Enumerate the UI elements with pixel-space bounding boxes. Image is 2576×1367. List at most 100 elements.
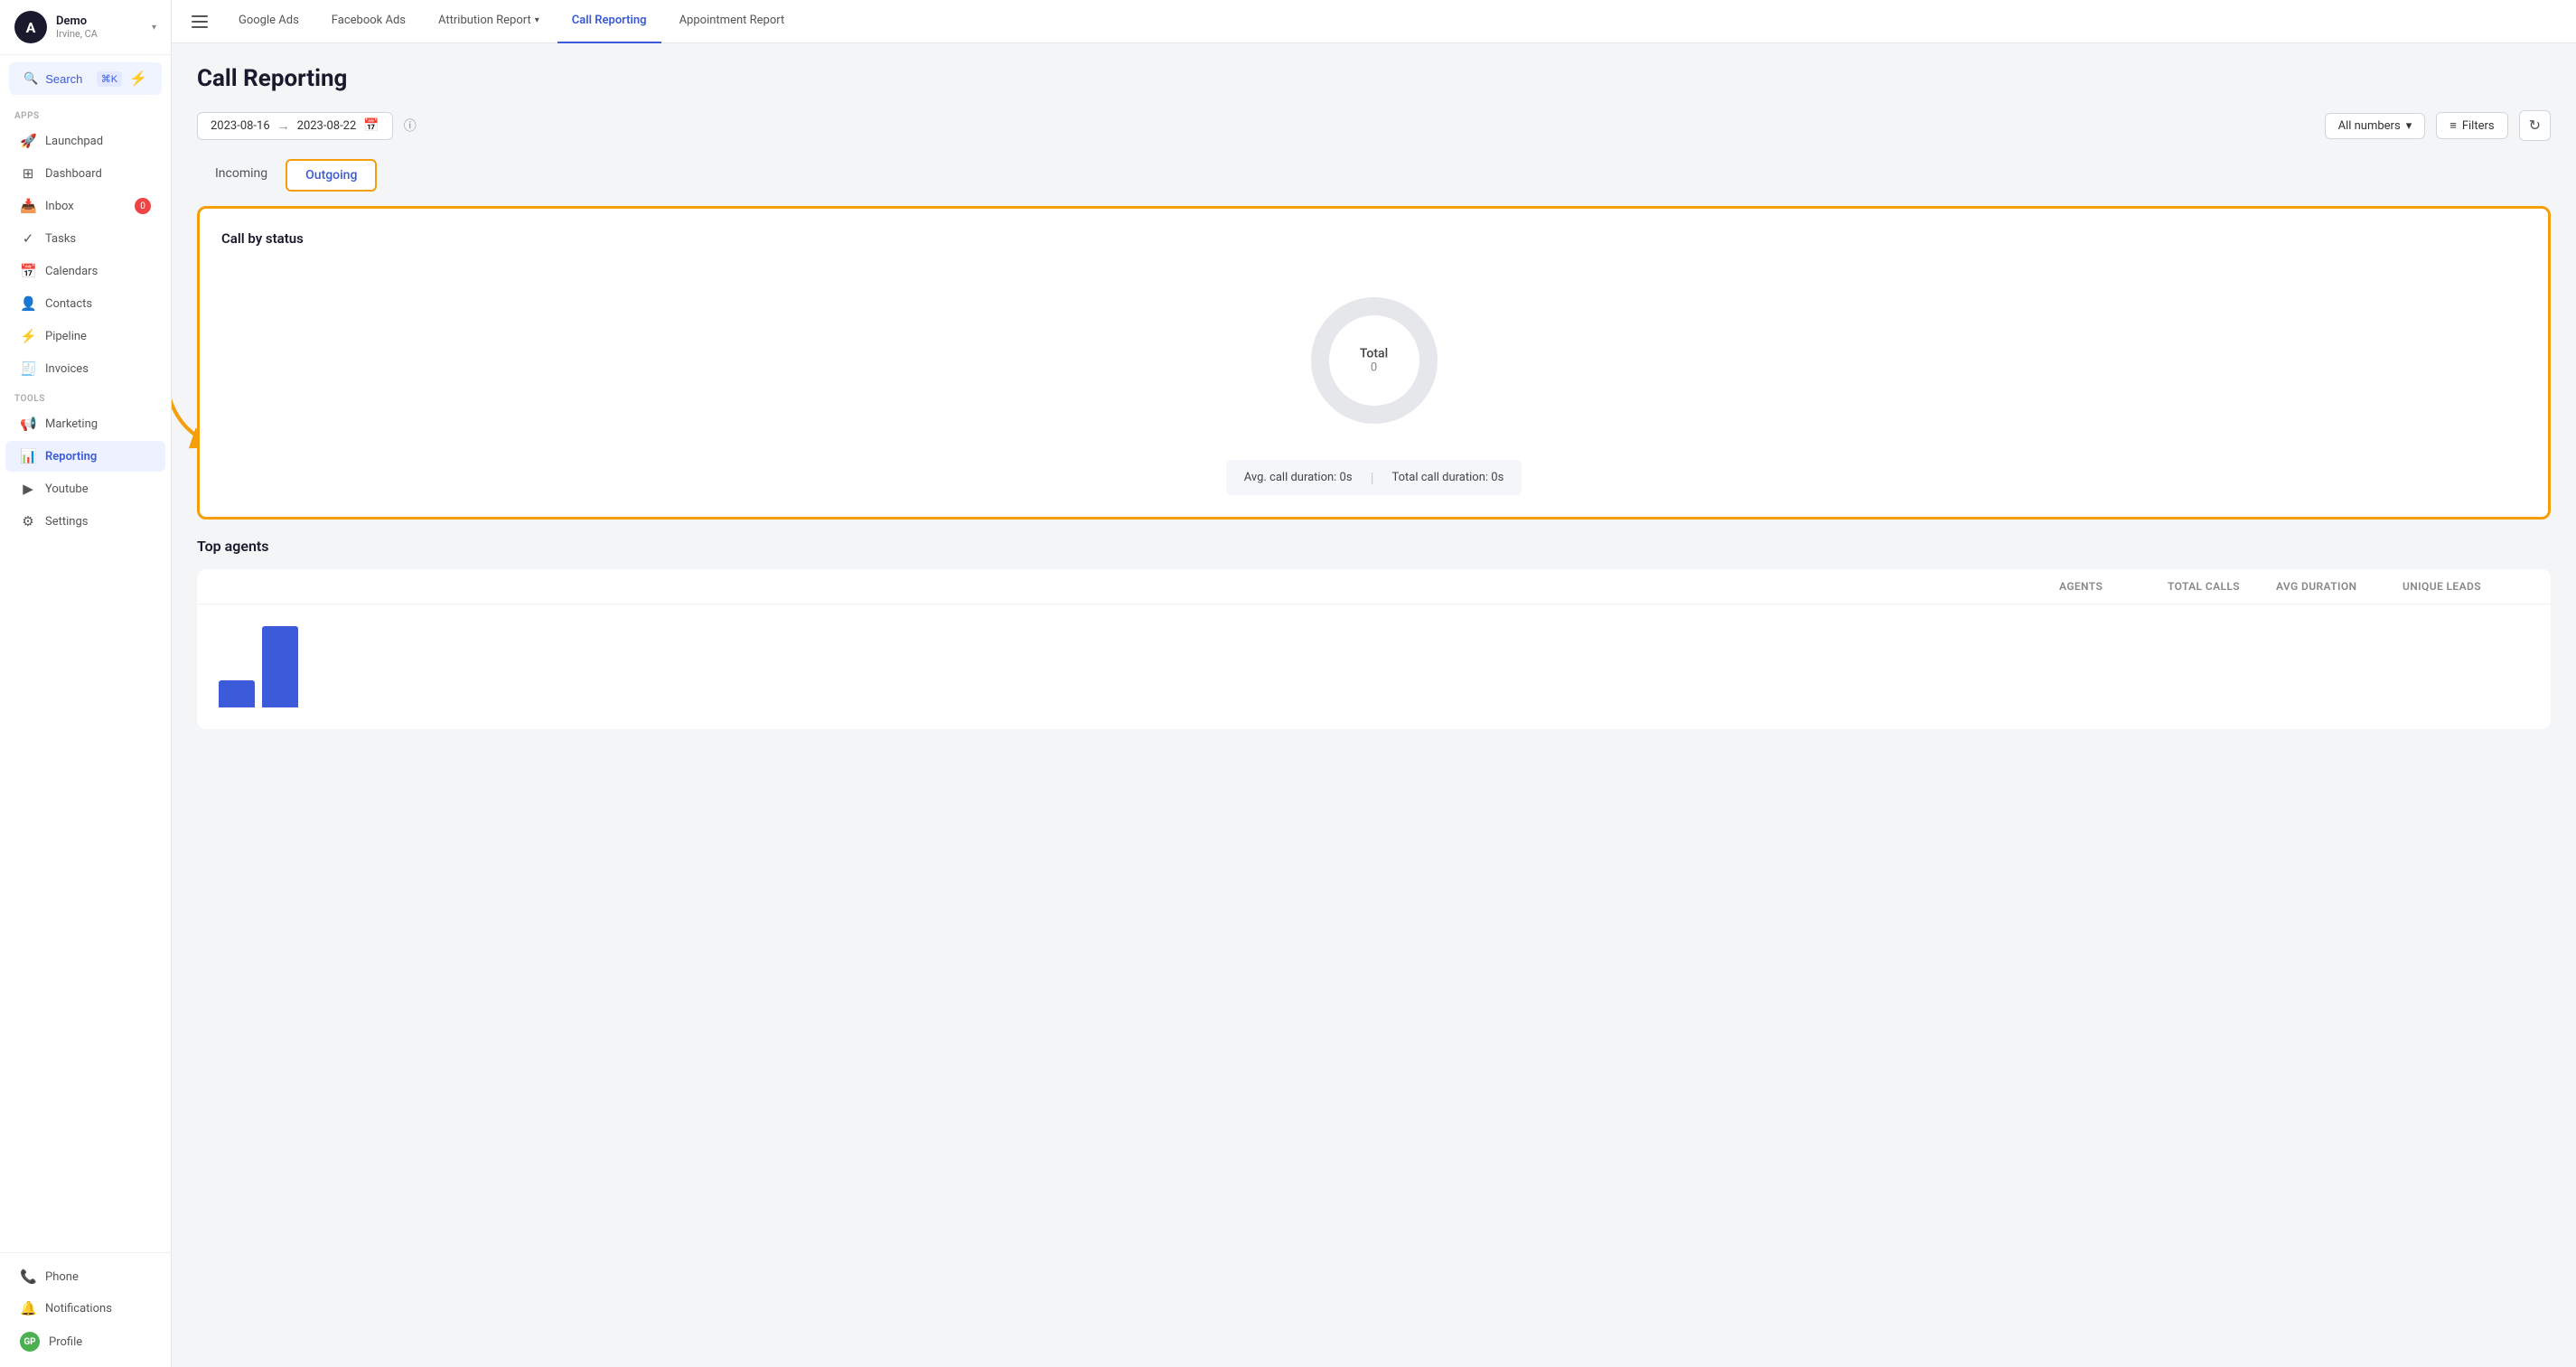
filters-button[interactable]: ≡ Filters bbox=[2436, 112, 2507, 139]
sidebar-item-label: Inbox bbox=[45, 200, 74, 213]
tools-section-label: Tools bbox=[0, 385, 171, 407]
sidebar-item-label: Launchpad bbox=[45, 135, 103, 148]
pipeline-icon: ⚡ bbox=[20, 328, 36, 344]
info-icon[interactable]: ⓘ bbox=[404, 117, 417, 135]
sidebar-item-reporting[interactable]: 📊 Reporting bbox=[5, 441, 165, 472]
sidebar-item-label: Reporting bbox=[45, 450, 97, 463]
sidebar-item-label: Settings bbox=[45, 515, 88, 529]
sidebar-item-calendars[interactable]: 📅 Calendars bbox=[5, 256, 165, 286]
inbox-badge: 0 bbox=[135, 198, 151, 214]
chart-area: Total 0 bbox=[221, 261, 2526, 442]
reporting-icon: 📊 bbox=[20, 448, 36, 464]
profile-avatar: GP bbox=[20, 1332, 40, 1352]
tab-appointment-report[interactable]: Appointment Report bbox=[665, 0, 800, 43]
duration-bar: Avg. call duration: 0s | Total call dura… bbox=[1226, 460, 1522, 495]
sidebar-item-marketing[interactable]: 📢 Marketing bbox=[5, 408, 165, 439]
sidebar-item-inbox[interactable]: 📥 Inbox 0 bbox=[5, 191, 165, 221]
call-by-status-wrapper: Call by status Total 0 Avg. call duratio… bbox=[197, 206, 2551, 520]
sidebar-item-label: Tasks bbox=[45, 232, 76, 246]
sidebar-item-label: Notifications bbox=[45, 1302, 112, 1316]
sidebar-item-dashboard[interactable]: ⊞ Dashboard bbox=[5, 158, 165, 189]
search-button[interactable]: 🔍 Search ⌘K ⚡ bbox=[9, 62, 162, 95]
sidebar-item-launchpad[interactable]: 🚀 Launchpad bbox=[5, 126, 165, 156]
notifications-icon: 🔔 bbox=[20, 1300, 36, 1316]
phone-icon: 📞 bbox=[20, 1269, 36, 1285]
search-icon: 🔍 bbox=[23, 71, 38, 86]
chevron-down-icon: ▾ bbox=[535, 15, 539, 25]
invoices-icon: 🧾 bbox=[20, 360, 36, 377]
sidebar-item-label: Dashboard bbox=[45, 167, 102, 181]
col-total-calls: Agents bbox=[2059, 580, 2168, 593]
refresh-button[interactable]: ↻ bbox=[2519, 110, 2551, 141]
tasks-icon: ✓ bbox=[20, 230, 36, 247]
top-nav: Google Ads Facebook Ads Attribution Repo… bbox=[172, 0, 2576, 43]
sidebar-item-label: Youtube bbox=[45, 482, 89, 496]
sidebar-item-label: Profile bbox=[49, 1335, 82, 1349]
youtube-icon: ▶ bbox=[20, 481, 36, 497]
col-extra: Unique leads bbox=[2403, 580, 2529, 593]
col-avg-duration: Total calls bbox=[2168, 580, 2276, 593]
main-content: Google Ads Facebook Ads Attribution Repo… bbox=[172, 0, 2576, 1367]
tab-facebook-ads[interactable]: Facebook Ads bbox=[317, 0, 420, 43]
date-range-picker[interactable]: 2023-08-16 → 2023-08-22 📅 bbox=[197, 112, 393, 140]
agents-table-header: Agents Total calls Avg Duration Unique l… bbox=[197, 569, 2551, 604]
tab-outgoing[interactable]: Outgoing bbox=[286, 159, 377, 192]
search-shortcut: ⌘K bbox=[97, 71, 122, 87]
sidebar-item-tasks[interactable]: ✓ Tasks bbox=[5, 223, 165, 254]
page-content: Call Reporting 2023-08-16 → 2023-08-22 📅… bbox=[172, 43, 2576, 1367]
inbox-icon: 📥 bbox=[20, 198, 36, 214]
lightning-icon: ⚡ bbox=[129, 70, 147, 88]
date-filter-row: 2023-08-16 → 2023-08-22 📅 ⓘ All numbers … bbox=[197, 110, 2551, 141]
call-by-status-card: Call by status Total 0 Avg. call duratio… bbox=[197, 206, 2551, 520]
sidebar-bottom: 📞 Phone 🔔 Notifications GP Profile bbox=[0, 1252, 171, 1367]
marketing-icon: 📢 bbox=[20, 416, 36, 432]
total-call-duration: Total call duration: 0s bbox=[1391, 471, 1503, 484]
launchpad-icon: 🚀 bbox=[20, 133, 36, 149]
sidebar-item-notifications[interactable]: 🔔 Notifications bbox=[5, 1293, 165, 1324]
sidebar-item-phone[interactable]: 📞 Phone bbox=[5, 1261, 165, 1292]
tab-attribution-report[interactable]: Attribution Report ▾ bbox=[424, 0, 554, 43]
avg-call-duration: Avg. call duration: 0s bbox=[1244, 471, 1353, 484]
dashboard-icon: ⊞ bbox=[20, 165, 36, 182]
divider: | bbox=[1371, 469, 1374, 486]
sidebar-item-invoices[interactable]: 🧾 Invoices bbox=[5, 353, 165, 384]
col-unique-leads: Avg Duration bbox=[2276, 580, 2403, 593]
user-info: Demo Irvine, CA bbox=[56, 14, 152, 40]
calendars-icon: 📅 bbox=[20, 263, 36, 279]
content-tabs: Incoming Outgoing bbox=[197, 159, 2551, 192]
apps-section-label: Apps bbox=[0, 102, 171, 125]
all-numbers-button[interactable]: All numbers ▾ bbox=[2325, 113, 2426, 139]
date-from: 2023-08-16 bbox=[211, 119, 270, 133]
sidebar-item-youtube[interactable]: ▶ Youtube bbox=[5, 473, 165, 504]
donut-total-label: Total bbox=[1360, 347, 1388, 361]
settings-icon: ⚙ bbox=[20, 513, 36, 529]
tab-call-reporting[interactable]: Call Reporting bbox=[557, 0, 661, 43]
sidebar-item-label: Phone bbox=[45, 1270, 79, 1284]
hamburger-menu[interactable] bbox=[186, 10, 213, 33]
sidebar-item-profile[interactable]: GP Profile bbox=[5, 1325, 165, 1359]
tab-google-ads[interactable]: Google Ads bbox=[224, 0, 314, 43]
donut-chart: Total 0 bbox=[1302, 288, 1447, 433]
sidebar-item-contacts[interactable]: 👤 Contacts bbox=[5, 288, 165, 319]
contacts-icon: 👤 bbox=[20, 295, 36, 312]
chart-bar bbox=[262, 626, 298, 707]
chevron-down-icon[interactable]: ▾ bbox=[152, 23, 156, 33]
top-agents-title: Top agents bbox=[197, 538, 2551, 555]
filters-right: All numbers ▾ ≡ Filters ↻ bbox=[2325, 110, 2551, 141]
sidebar-logo: A Demo Irvine, CA ▾ bbox=[0, 0, 171, 55]
date-to: 2023-08-22 bbox=[297, 119, 357, 133]
tab-incoming[interactable]: Incoming bbox=[197, 159, 286, 192]
calendar-icon[interactable]: 📅 bbox=[363, 118, 379, 133]
agents-table: Agents Total calls Avg Duration Unique l… bbox=[197, 569, 2551, 729]
sidebar-item-pipeline[interactable]: ⚡ Pipeline bbox=[5, 321, 165, 351]
col-agents bbox=[219, 580, 2059, 593]
page-title: Call Reporting bbox=[197, 65, 2551, 92]
agents-chart-area bbox=[197, 604, 2551, 729]
user-location: Irvine, CA bbox=[56, 28, 152, 40]
avatar: A bbox=[14, 11, 47, 43]
sidebar-item-label: Pipeline bbox=[45, 330, 87, 343]
sidebar-item-label: Calendars bbox=[45, 265, 98, 278]
sidebar: A Demo Irvine, CA ▾ 🔍 Search ⌘K ⚡ Apps 🚀… bbox=[0, 0, 172, 1367]
sidebar-item-label: Marketing bbox=[45, 417, 98, 431]
sidebar-item-settings[interactable]: ⚙ Settings bbox=[5, 506, 165, 537]
